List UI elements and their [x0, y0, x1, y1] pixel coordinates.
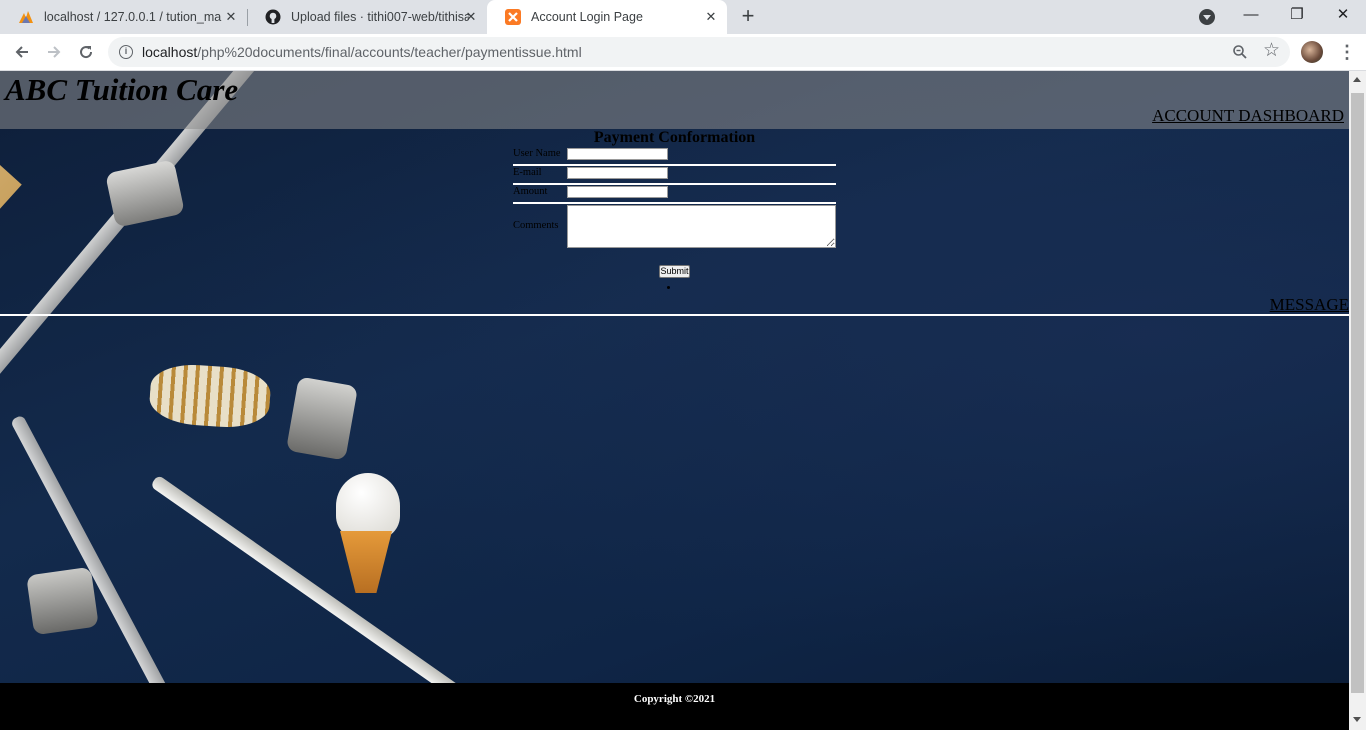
payment-form: User Name E-mail Amount Comments — [513, 147, 836, 249]
username-label: User Name — [513, 148, 561, 159]
comments-textarea[interactable] — [567, 205, 836, 248]
url-host: localhost — [142, 44, 198, 60]
ice-cream-eraser-image — [336, 473, 400, 539]
comments-row: Comments — [513, 205, 836, 249]
page-scrollbar[interactable] — [1349, 71, 1366, 730]
form-divider — [513, 202, 836, 204]
address-bar[interactable]: i localhost/php%20documents/final/accoun… — [108, 37, 1290, 67]
email-row: E-mail — [513, 166, 836, 183]
ice-cream-cone-image — [340, 531, 392, 593]
reload-icon[interactable] — [74, 40, 98, 64]
site-header: ABC Tuition Care ACCOUNT DASHBOARD — [0, 71, 1349, 129]
minimize-button[interactable]: — — [1236, 4, 1266, 28]
copyright-text: Copyright ©2021 — [633, 693, 716, 705]
browser-menu-icon[interactable]: ⋮ — [1338, 40, 1356, 64]
pencil-image — [150, 474, 462, 699]
scrollbar-thumb[interactable] — [1351, 93, 1364, 693]
restore-button[interactable]: ❐ — [1282, 4, 1312, 28]
close-tab-icon[interactable]: ✕ — [463, 9, 479, 25]
binder-clip-image — [105, 159, 185, 228]
email-label: E-mail — [513, 167, 542, 178]
account-dashboard-link[interactable]: ACCOUNT DASHBOARD — [1152, 106, 1344, 126]
washi-tape-image — [148, 361, 272, 431]
binder-clip-image — [26, 566, 99, 636]
section-divider — [0, 314, 1349, 316]
url-text[interactable]: localhost/php%20documents/final/accounts… — [142, 44, 582, 60]
forward-arrow-icon[interactable] — [42, 40, 66, 64]
tab-title: Account Login Page — [531, 10, 643, 24]
tab-search-icon[interactable] — [1199, 9, 1215, 25]
username-row: User Name — [513, 147, 836, 164]
profile-avatar[interactable] — [1301, 41, 1323, 63]
github-icon — [265, 9, 281, 25]
tab-title: Upload files · tithi007-web/tithisa — [291, 10, 469, 24]
site-title: ABC Tuition Care — [5, 72, 239, 107]
new-tab-button[interactable]: + — [738, 5, 758, 27]
url-path: /php%20documents/final/accounts/teacher/… — [197, 44, 582, 60]
close-tab-icon[interactable]: ✕ — [703, 9, 719, 25]
message-link[interactable]: MESSAGE — [1270, 295, 1349, 315]
submit-button[interactable]: Submit — [659, 265, 690, 278]
binder-clip-image — [285, 376, 359, 461]
tab-strip: localhost / 127.0.0.1 / tution_mar ✕ Upl… — [0, 0, 1366, 34]
amount-row: Amount — [513, 185, 836, 202]
email-input[interactable] — [567, 167, 668, 179]
amount-input[interactable] — [567, 186, 668, 198]
pencil-image — [10, 414, 178, 713]
page-viewport: ABC Tuition Care ACCOUNT DASHBOARD Payme… — [0, 71, 1349, 730]
xampp-icon — [505, 9, 521, 25]
form-title: Payment Conformation — [593, 129, 756, 146]
tab-phpmyadmin[interactable]: localhost / 127.0.0.1 / tution_mar ✕ — [0, 0, 247, 34]
back-arrow-icon[interactable] — [10, 40, 34, 64]
scroll-up-icon[interactable] — [1353, 77, 1361, 82]
scroll-down-icon[interactable] — [1353, 717, 1361, 722]
site-info-icon[interactable]: i — [119, 45, 133, 59]
tab-account-login[interactable]: Account Login Page ✕ — [487, 0, 727, 34]
amount-label: Amount — [513, 186, 548, 197]
tab-title: localhost / 127.0.0.1 / tution_mar — [44, 10, 222, 24]
site-footer: Copyright ©2021 — [0, 683, 1349, 730]
username-input[interactable] — [567, 148, 668, 160]
window-close-button[interactable]: ✕ — [1328, 4, 1358, 28]
close-tab-icon[interactable]: ✕ — [223, 9, 239, 25]
zoom-icon[interactable] — [1232, 44, 1248, 60]
list-bullet — [667, 286, 670, 289]
tab-github[interactable]: Upload files · tithi007-web/tithisa ✕ — [247, 0, 487, 34]
ruler-image — [0, 111, 22, 497]
browser-toolbar: i localhost/php%20documents/final/accoun… — [0, 34, 1366, 71]
comments-label: Comments — [513, 220, 559, 231]
bookmark-star-icon[interactable]: ☆ — [1263, 41, 1280, 61]
phpmyadmin-icon — [18, 9, 34, 25]
